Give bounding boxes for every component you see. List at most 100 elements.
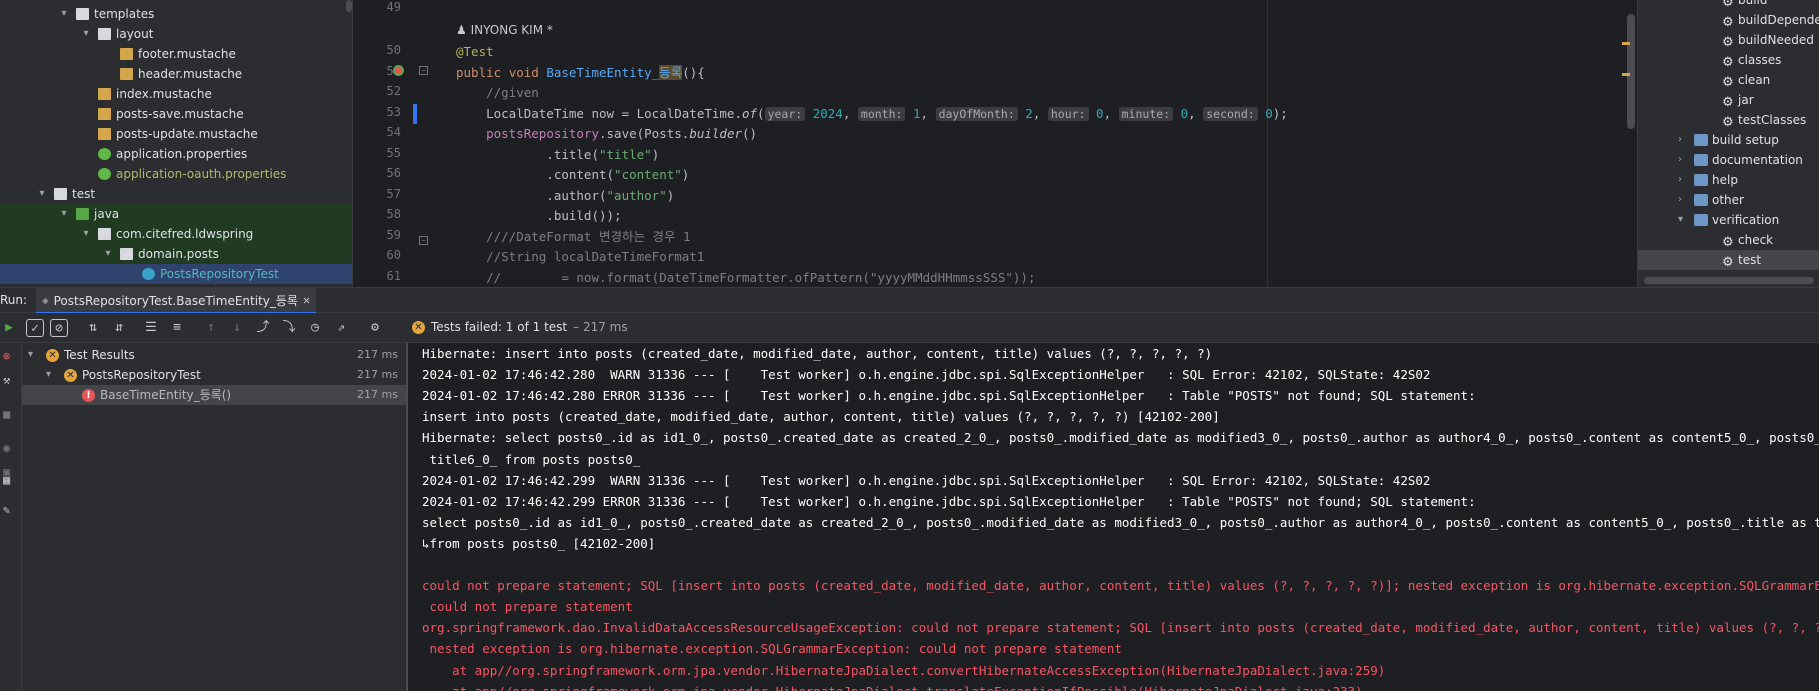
code-token: "content" <box>614 167 682 182</box>
chevron-down-icon[interactable]: ▾ <box>46 365 51 385</box>
chevron-down-icon[interactable]: ▾ <box>58 4 70 24</box>
project-tree-label: footer.mustache <box>138 47 236 61</box>
chevron-down-icon[interactable]: ▾ <box>58 204 70 224</box>
gradle-task-item[interactable]: ⚙ test <box>1638 250 1819 270</box>
show-passed-icon[interactable]: ✓ <box>26 319 44 337</box>
code-line[interactable]: @Test <box>456 41 494 62</box>
previous-failed-icon[interactable]: ↑ <box>202 319 220 337</box>
chevron-right-icon[interactable]: › <box>1678 130 1682 150</box>
console-output[interactable]: Hibernate: insert into posts (created_da… <box>408 343 1819 691</box>
gradle-task-item[interactable]: › build setup <box>1638 130 1819 150</box>
chevron-down-icon[interactable]: ▾ <box>102 244 114 264</box>
code-line[interactable]: postsRepository.save(Posts.builder() <box>456 123 757 144</box>
show-ignored-icon[interactable]: ⊘ <box>50 319 68 337</box>
code-line[interactable]: public void BaseTimeEntity_등록(){ <box>456 62 705 83</box>
console-line: org.springframework.dao.InvalidDataAcces… <box>422 620 1819 636</box>
run-tab[interactable]: ◈ PostsRepositoryTest.BaseTimeEntity_등록 … <box>36 288 317 314</box>
gradle-task-item[interactable]: ⚙ clean <box>1638 70 1819 90</box>
import-tests-icon[interactable]: ⤴ <box>254 319 272 337</box>
project-tree-item[interactable]: ▾ test <box>0 184 352 204</box>
project-tree-item[interactable]: application-oauth.properties <box>0 164 352 184</box>
fold-marker[interactable]: − <box>419 66 428 75</box>
project-tree-item[interactable]: posts-update.mustache <box>0 124 352 144</box>
project-tree-item[interactable]: application.properties <box>0 144 352 164</box>
project-tree-item[interactable]: ▾ com.citefred.ldwspring <box>0 224 352 244</box>
gradle-task-item[interactable]: ⚙ check <box>1638 230 1819 250</box>
project-tree-item[interactable]: posts-save.mustache <box>0 104 352 124</box>
run-test-icon[interactable] <box>393 65 404 76</box>
expand-all-icon[interactable]: ☰ <box>142 319 160 337</box>
code-line[interactable]: //given <box>456 82 539 103</box>
editor-scrollbar[interactable] <box>1627 14 1635 129</box>
gradle-tool-window[interactable]: ⚙build⚙buildDependents⚙buildNeeded⚙class… <box>1637 0 1819 287</box>
gear-icon[interactable]: ⚙ <box>366 319 384 337</box>
code-line[interactable]: .author("author") <box>456 185 674 206</box>
gradle-task-item[interactable]: › documentation <box>1638 150 1819 170</box>
sort-alpha-icon[interactable]: ⇅ <box>84 319 102 337</box>
folder-icon <box>98 28 111 40</box>
project-tree-item[interactable]: PostsRepositoryTest <box>0 264 352 284</box>
sort-duration-icon[interactable]: ⇵ <box>110 319 128 337</box>
project-tree-item[interactable]: index.mustache <box>0 84 352 104</box>
test-result-item[interactable]: ▾ ✕ Test Results 217 ms <box>22 345 406 365</box>
chevron-down-icon[interactable]: ▾ <box>80 224 92 244</box>
wrench-icon[interactable]: ⚒ <box>3 373 10 387</box>
gradle-task-item[interactable]: ▾ verification <box>1638 210 1819 230</box>
rerun-icon[interactable]: ▶ <box>0 319 18 337</box>
code-line[interactable]: .build()); <box>456 205 621 226</box>
gradle-task-item[interactable]: ⚙ jar <box>1638 90 1819 110</box>
code-token: void <box>508 64 547 80</box>
code-line[interactable]: .title("title") <box>456 144 659 165</box>
author-hint: ♟ INYONG KIM * <box>456 20 553 41</box>
chevron-right-icon[interactable]: › <box>1678 170 1682 190</box>
project-tree-item[interactable]: ▾ domain.posts <box>0 244 352 264</box>
chevron-right-icon[interactable]: › <box>1678 190 1682 210</box>
layout-icon[interactable]: ▦ <box>3 473 10 487</box>
gradle-task-item[interactable]: ⚙ testClasses <box>1638 110 1819 130</box>
gradle-horizontal-scrollbar[interactable] <box>1644 277 1814 284</box>
collapse-all-icon[interactable]: ≡ <box>168 319 186 337</box>
project-tree-panel[interactable]: ▾ templates ▾ layout footer.mustache header.m… <box>0 0 352 287</box>
project-tree-item[interactable]: ▾ layout <box>0 24 352 44</box>
chevron-down-icon[interactable]: ▾ <box>36 184 48 204</box>
test-result-item[interactable]: ! BaseTimeEntity_등록() 217 ms <box>22 385 406 405</box>
export-icon[interactable]: ⤵ <box>280 319 298 337</box>
chevron-down-icon[interactable]: ▾ <box>80 24 92 44</box>
code-line[interactable]: ////DateFormat 변경하는 경우 1 <box>456 226 690 247</box>
project-tree-item[interactable]: ▾ templates <box>0 4 352 24</box>
fold-marker[interactable]: − <box>419 236 428 245</box>
code-line[interactable]: // = now.format(DateTimeFormatter.ofPatt… <box>456 267 1035 288</box>
chevron-down-icon[interactable]: ▾ <box>28 345 33 365</box>
test-result-item[interactable]: ▾ ✕ PostsRepositoryTest 217 ms <box>22 365 406 385</box>
project-tree-item[interactable]: header.mustache <box>0 64 352 84</box>
chevron-down-icon[interactable]: ▾ <box>1678 210 1683 230</box>
code-token: "title" <box>599 146 652 162</box>
history-icon[interactable]: ◷ <box>306 319 324 337</box>
gradle-task-item[interactable]: ⚙buildDependents <box>1638 10 1819 30</box>
code-token: public <box>456 64 509 80</box>
eye-icon[interactable]: ◉ <box>3 441 10 455</box>
gradle-task-item[interactable]: ⚙ build <box>1638 0 1819 10</box>
gradle-elephant-icon: ◈ <box>42 293 49 307</box>
test-results-tree[interactable]: ▾ ✕ Test Results 217 ms ▾ ✕ PostsRepositoryTes… <box>22 343 408 691</box>
gradle-task-item[interactable]: › other <box>1638 190 1819 210</box>
stop-icon[interactable]: ⊗ <box>3 349 10 363</box>
chevron-right-icon[interactable]: › <box>1678 150 1682 170</box>
gradle-task-item[interactable]: › help <box>1638 170 1819 190</box>
open-external-icon[interactable]: ⇗ <box>332 319 350 337</box>
gradle-task-item[interactable]: ⚙ buildNeeded <box>1638 30 1819 50</box>
code-line[interactable]: //String localDateTimeFormat1 <box>456 246 704 267</box>
console-line: 2024-01-02 17:46:42.299 ERROR 31336 --- … <box>422 493 1476 509</box>
project-tree-item[interactable]: footer.mustache <box>0 44 352 64</box>
code-line[interactable]: LocalDateTime now = LocalDateTime.of(yea… <box>456 103 1288 124</box>
pin-icon[interactable]: ✎ <box>3 503 10 517</box>
code-line[interactable]: .content("content") <box>456 164 689 185</box>
gradle-task-item[interactable]: ⚙ classes <box>1638 50 1819 70</box>
run-label: Run: <box>0 293 28 307</box>
next-failed-icon[interactable]: ↓ <box>228 319 246 337</box>
project-tree-item[interactable]: ▾ java <box>0 204 352 224</box>
close-icon[interactable]: ✕ <box>303 293 310 307</box>
code-editor[interactable]: ♟ INYONG KIM * @Test public void BaseTime… <box>442 0 1637 287</box>
stop-square-icon[interactable]: ■ <box>3 407 10 421</box>
